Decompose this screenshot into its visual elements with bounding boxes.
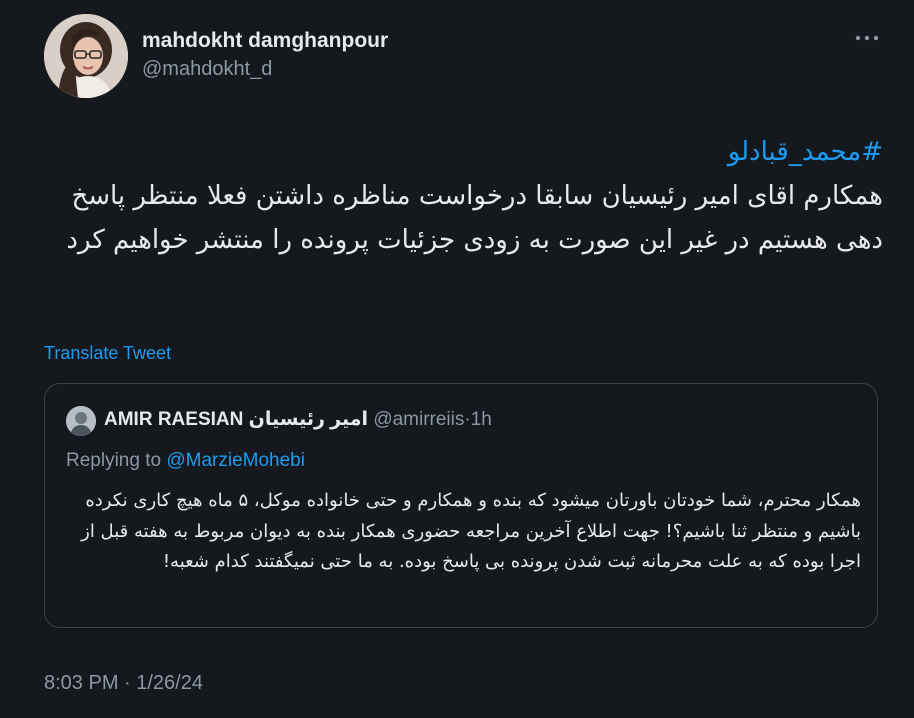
avatar-photo [44, 14, 128, 98]
quoted-tweet-time[interactable]: 1h [471, 409, 492, 430]
author-avatar[interactable] [44, 14, 128, 98]
more-dots-icon[interactable] [852, 28, 882, 48]
quoted-author-name[interactable]: AMIR RAESIAN امیر رئیسیان [104, 409, 368, 430]
quoted-tweet[interactable]: AMIR RAESIAN امیر رئیسیان @amirreiis·1h … [44, 383, 878, 628]
tweet-body: همکارم اقای امیر رئیسیان سابقا درخواست م… [66, 181, 883, 255]
replying-to-mention[interactable]: @MarzieMohebi [166, 450, 305, 471]
author-handle[interactable]: @mahdokht_d [142, 58, 272, 81]
quoted-avatar-photo [66, 406, 96, 436]
author-display-name[interactable]: mahdokht damghanpour [142, 29, 388, 53]
tweet-text: #محمد_قبادلو همکارم اقای امیر رئیسیان سا… [44, 130, 883, 262]
replying-to-label: Replying to [66, 450, 167, 471]
quoted-tweet-text: همکار محترم، شما خودتان باورتان میشود که… [81, 490, 861, 572]
hashtag-link[interactable]: #محمد_قبادلو [44, 130, 883, 174]
replying-to-line: Replying to @MarzieMohebi [66, 450, 305, 472]
quoted-author-avatar[interactable] [66, 406, 96, 436]
translate-tweet-link[interactable]: Translate Tweet [44, 343, 171, 364]
quoted-tweet-header: AMIR RAESIAN امیر رئیسیان @amirreiis·1h [104, 408, 492, 431]
quoted-author-handle[interactable]: @amirreiis [373, 409, 464, 430]
tweet-timestamp[interactable]: 8:03 PM · 1/26/24 [44, 672, 203, 695]
